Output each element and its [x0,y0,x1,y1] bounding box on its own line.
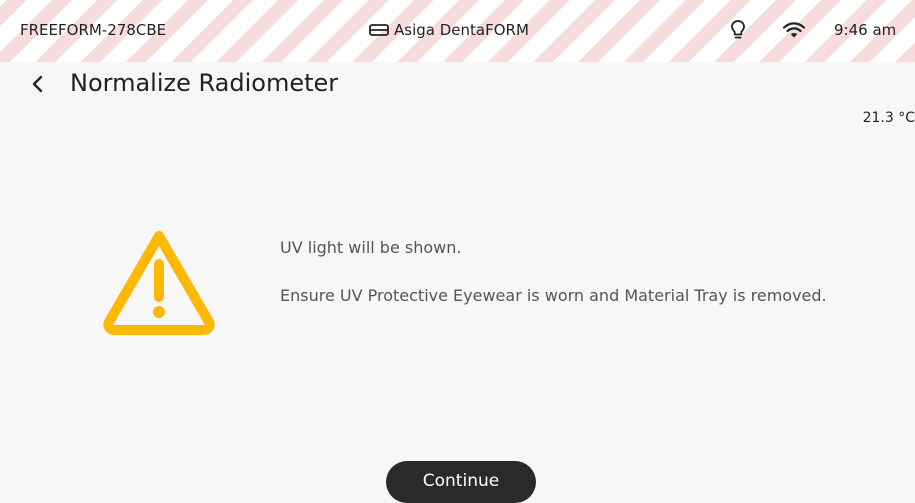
printer-label: Asiga DentaFORM [368,20,529,40]
printer-icon [369,24,389,36]
warning-message-uv: UV light will be shown. [280,238,462,257]
wifi-icon[interactable] [782,21,806,39]
warning-message-eyewear: Ensure UV Protective Eyewear is worn and… [280,286,827,305]
device-name: FREEFORM-278CBE [20,21,167,39]
warning-triangle-icon [103,231,215,335]
printer-name: Asiga DentaFORM [394,21,529,39]
status-bar: FREEFORM-278CBE Asiga DentaFORM 9:46 am [0,0,915,62]
temperature-readout: 21.3 °C [862,110,915,126]
page-title: Normalize Radiometer [70,69,339,97]
clock: 9:46 am [834,21,897,39]
lightbulb-icon[interactable] [730,19,746,41]
back-button[interactable] [27,73,49,95]
